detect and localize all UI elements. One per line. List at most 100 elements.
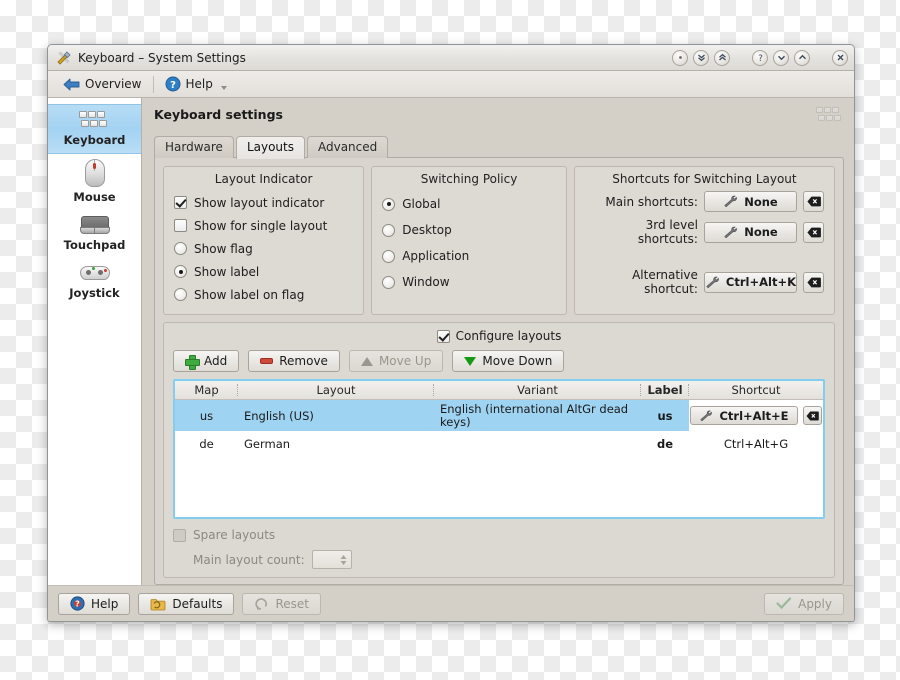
configure-layouts-row[interactable]: Configure layouts [173,329,825,343]
option-policy-desktop[interactable]: Desktop [382,217,556,243]
option-show-label-on-flag[interactable]: Show label on flag [174,283,353,306]
option-show-label[interactable]: Show label [174,260,353,283]
group-title: Layout Indicator [214,172,313,186]
table-empty-area[interactable] [175,457,823,517]
column-header-variant[interactable]: Variant [434,381,641,399]
svg-text:?: ? [170,80,176,91]
keep-below-button[interactable] [693,49,709,66]
shortcut-label: Main shortcuts: [605,194,698,209]
tools-icon [56,50,72,66]
button-label: Move Down [482,354,553,368]
main-layout-count-stepper [311,550,352,569]
window-body: Keyboard Mouse Touchpad Joystick Keyboar… [48,98,854,585]
window-titlebar[interactable]: Keyboard – System Settings ? [48,45,854,71]
help-menu-button[interactable]: ? Help [158,74,234,94]
toolbar-separator [152,75,154,93]
content-header: Keyboard settings [154,107,844,124]
checkbox-spare-layouts [173,528,186,542]
tab-advanced[interactable]: Advanced [306,136,389,158]
option-label: Show label [194,264,260,279]
clear-third-level-shortcut-button[interactable] [803,221,824,243]
minimize-button[interactable] [773,49,789,66]
help-button-bottom[interactable]: ? Help [58,592,131,615]
tab-layouts[interactable]: Layouts [235,136,305,159]
defaults-button[interactable]: Defaults [138,592,235,615]
move-down-button[interactable]: Move Down [452,350,565,372]
touchpad-icon [79,215,110,235]
overview-button[interactable]: Overview [56,75,149,94]
maximize-button[interactable] [794,49,810,66]
group-title: Switching Policy [420,172,518,186]
column-header-shortcut[interactable]: Shortcut [689,381,823,399]
sidebar-item-joystick[interactable]: Joystick [48,258,141,306]
help-button[interactable]: ? [752,49,768,66]
window-title: Keyboard – System Settings [78,50,246,65]
checkbox-configure-layouts[interactable] [436,329,450,343]
spare-layouts-label: Spare layouts [193,528,276,542]
sidebar-item-label: Touchpad [63,238,126,252]
tab-hardware[interactable]: Hardware [154,136,234,158]
radio-show-flag[interactable] [174,242,187,255]
shortcut-label: Alternative shortcut: [632,268,698,296]
checkbox-show-layout-indicator[interactable] [174,196,187,209]
clear-icon [806,411,819,420]
chevron-down-icon[interactable] [220,86,227,90]
shortcut-row-3rd-level: 3rd level shortcuts: None [585,218,824,246]
layouts-table[interactable]: Map Layout Variant Label Shortcut us Eng… [173,379,825,519]
close-button[interactable] [832,49,848,66]
table-header: Map Layout Variant Label Shortcut [175,381,823,400]
defaults-icon [150,597,166,611]
radio-show-label[interactable] [174,265,187,278]
clear-main-shortcut-button[interactable] [803,191,824,212]
main-layout-count-label: Main layout count: [193,552,305,567]
wrench-icon [699,410,713,422]
shade-button[interactable] [672,49,688,66]
cell-label: de [656,437,674,451]
alternative-shortcut-button[interactable]: Ctrl+Alt+K [703,271,797,293]
option-policy-application[interactable]: Application [382,243,556,269]
layouts-tab-panel: Layout Indicator Show layout indicator S… [154,157,844,585]
option-label: Global [402,197,441,211]
radio-policy-application[interactable] [382,249,396,263]
radio-policy-window[interactable] [382,275,396,289]
row-shortcut-value: Ctrl+Alt+E [719,408,789,423]
sidebar-item-touchpad[interactable]: Touchpad [48,210,141,258]
layout-indicator-group: Layout Indicator Show layout indicator S… [163,166,365,315]
checkbox-show-for-single-layout[interactable] [174,219,187,232]
keep-above-button[interactable] [714,49,730,66]
main-shortcut-button[interactable]: None [703,191,797,212]
remove-button[interactable]: Remove [248,350,340,372]
option-show-flag[interactable]: Show flag [174,237,353,260]
radio-policy-desktop[interactable] [382,223,396,237]
row-shortcut-button[interactable]: Ctrl+Alt+E [690,406,798,425]
option-show-layout-indicator[interactable]: Show layout indicator [174,191,353,214]
sidebar-item-keyboard[interactable]: Keyboard [48,104,141,154]
shortcut-row-main: Main shortcuts: None [585,191,824,212]
cell-map: de [199,437,214,451]
table-row[interactable]: de German de Ctrl+Alt+G [175,431,823,457]
tab-label: Layouts [246,140,294,154]
column-header-layout[interactable]: Layout [238,381,434,399]
option-show-for-single-layout[interactable]: Show for single layout [174,214,353,237]
option-policy-global[interactable]: Global [382,191,556,217]
column-header-label[interactable]: Label [641,381,689,399]
column-header-map[interactable]: Map [175,381,238,399]
table-row[interactable]: us English (US) English (international A… [175,400,823,431]
apply-check-icon [776,597,792,610]
radio-policy-global[interactable] [382,197,396,211]
row-clear-shortcut-button[interactable] [802,406,822,425]
radio-show-label-on-flag[interactable] [174,288,187,301]
sidebar-item-mouse[interactable]: Mouse [48,154,141,210]
shortcut-label: 3rd level shortcuts: [637,218,698,246]
clear-alternative-shortcut-button[interactable] [803,271,824,293]
clear-icon [806,196,821,207]
shortcut-value: Ctrl+Alt+K [725,275,796,289]
triangle-down-icon [464,356,477,366]
minus-icon [260,358,274,364]
add-button[interactable]: Add [173,350,240,372]
settings-groups-row: Layout Indicator Show layout indicator S… [163,166,835,315]
option-policy-window[interactable]: Window [382,269,556,295]
third-level-shortcut-button[interactable]: None [703,221,797,243]
cell-layout: German [244,437,291,451]
switching-policy-group: Switching Policy Global Desktop Applicat… [371,166,567,315]
